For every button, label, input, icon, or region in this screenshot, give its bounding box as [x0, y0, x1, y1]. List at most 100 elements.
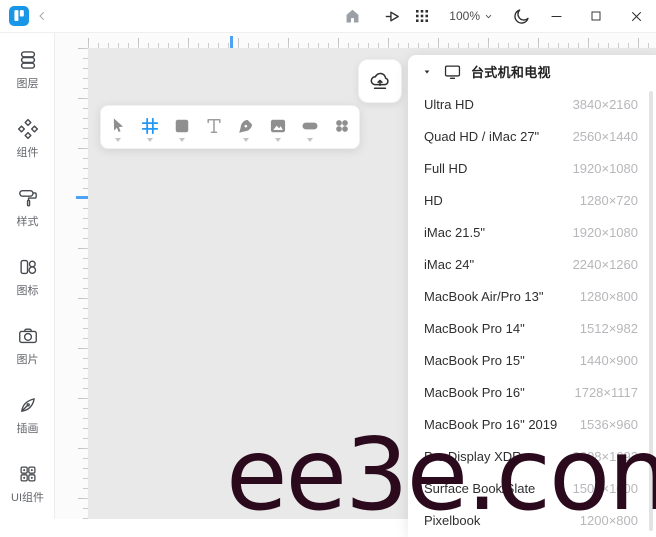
window-minimize-button[interactable] — [536, 0, 576, 32]
preset-size: 3008×1692 — [572, 448, 638, 464]
preset-row[interactable]: Surface Book/Slate 1500×1000 — [408, 472, 656, 504]
sidebar-item[interactable]: 组件 — [0, 114, 55, 183]
frame-presets-panel: 台式机和电视 Ultra HD 3840×2160 Quad HD / iMac… — [408, 55, 656, 537]
caret-down-icon[interactable] — [115, 138, 121, 142]
icons-icon — [17, 256, 39, 278]
preset-size: 3840×2160 — [572, 96, 638, 112]
tools-toolbar — [100, 105, 360, 149]
tool-button[interactable] — [198, 107, 230, 147]
preset-row[interactable]: Pixelbook 1200×800 — [408, 504, 656, 536]
preset-size: 1280×800 — [579, 288, 638, 304]
preset-name: iMac 24" — [424, 256, 475, 272]
preset-size: 1512×982 — [579, 320, 638, 336]
tool-button[interactable] — [134, 107, 166, 147]
preset-row[interactable]: Quad HD / iMac 27" 2560×1440 — [408, 120, 656, 152]
preset-name: MacBook Pro 15" — [424, 352, 525, 368]
components-icon — [17, 118, 39, 140]
monitor-icon — [443, 62, 462, 81]
preset-size: 1500×1000 — [572, 480, 638, 496]
preset-name: Ultra HD — [424, 96, 474, 112]
home-icon[interactable] — [337, 0, 367, 32]
preset-name: Full HD — [424, 160, 468, 176]
pen-tool-icon — [236, 116, 256, 136]
preset-name: Surface Book/Slate — [424, 480, 536, 496]
left-sidebar: 图层 组件 样式 图标 图片 插画 UI组件 — [0, 33, 55, 519]
menu-item[interactable] — [167, 0, 193, 32]
preset-row[interactable]: iMac 21.5" 1920×1080 — [408, 216, 656, 248]
sidebar-item[interactable]: 图片 — [0, 321, 55, 390]
sidebar-item[interactable]: 图标 — [0, 252, 55, 321]
tool-button[interactable] — [294, 107, 326, 147]
preset-size: 1920×1080 — [572, 224, 638, 240]
menu-item[interactable] — [63, 0, 89, 32]
text-tool-icon — [204, 116, 224, 136]
zoom-level-dropdown[interactable]: 100% — [443, 9, 500, 23]
preset-row[interactable]: iMac 24" 2240×1260 — [408, 248, 656, 280]
caret-down-icon[interactable] — [179, 138, 185, 142]
button-tool-icon — [300, 116, 320, 136]
tool-button[interactable] — [326, 107, 358, 147]
preset-size: 1280×720 — [579, 192, 638, 208]
move-tool-icon — [108, 116, 128, 136]
preset-size: 1536×960 — [579, 416, 638, 432]
preset-name: MacBook Air/Pro 13" — [424, 288, 544, 304]
sidebar-item[interactable]: UI组件 — [0, 459, 55, 528]
tool-button[interactable] — [230, 107, 262, 147]
sidebar-item[interactable]: 插画 — [0, 390, 55, 459]
app-logo[interactable] — [9, 6, 29, 26]
preset-row[interactable]: Full HD 1920×1080 — [408, 152, 656, 184]
preset-row[interactable]: HD 1280×720 — [408, 184, 656, 216]
window-maximize-button[interactable] — [576, 0, 616, 32]
layers-icon — [17, 49, 39, 71]
window-close-button[interactable] — [616, 0, 656, 32]
ruler-label — [61, 106, 75, 136]
zoom-level-value: 100% — [449, 9, 480, 23]
preset-size: 1200×800 — [579, 512, 638, 528]
preset-row[interactable]: MacBook Air/Pro 13" 1280×800 — [408, 280, 656, 312]
preset-row[interactable]: MacBook Pro 16" 1728×1117 — [408, 376, 656, 408]
preset-row[interactable]: Pro Display XDR 3008×1692 — [408, 440, 656, 472]
sidebar-item[interactable]: 样式 — [0, 183, 55, 252]
menu-item[interactable] — [115, 0, 141, 32]
collapse-caret-icon[interactable] — [422, 67, 432, 77]
sidebar-item-label: 图片 — [16, 354, 39, 366]
ui-kit-icon — [17, 463, 39, 485]
menu-item[interactable] — [89, 0, 115, 32]
frame-tool-icon — [140, 116, 160, 136]
preset-row[interactable]: MacBook Pro 15" 1440×900 — [408, 344, 656, 376]
tool-button[interactable] — [102, 107, 134, 147]
app-logo-glyph — [14, 10, 24, 21]
menu-item[interactable] — [141, 0, 167, 32]
preset-size: 1440×900 — [579, 352, 638, 368]
sidebar-item-label: 图标 — [16, 285, 39, 297]
presets-group-header[interactable]: 台式机和电视 — [408, 55, 656, 88]
sidebar-item-label: UI组件 — [11, 492, 44, 504]
caret-down-icon[interactable] — [307, 138, 313, 142]
preset-name: Pro Display XDR — [424, 448, 522, 464]
styles-icon — [17, 187, 39, 209]
panel-scrollbar[interactable] — [649, 91, 653, 531]
preset-size: 2240×1260 — [572, 256, 638, 272]
sidebar-item[interactable]: 图层 — [0, 45, 55, 114]
tool-button[interactable] — [166, 107, 198, 147]
prototype-play-icon[interactable] — [377, 0, 407, 32]
images-icon — [17, 325, 39, 347]
preset-row[interactable]: MacBook Pro 16" 2019 1536×960 — [408, 408, 656, 440]
caret-down-icon[interactable] — [147, 138, 153, 142]
apps-grid-icon[interactable] — [407, 0, 437, 32]
preset-name: Pixelbook — [424, 512, 481, 528]
ruler-cursor-marker-y — [76, 196, 88, 199]
preset-row[interactable]: MacBook Pro 14" 1512×982 — [408, 312, 656, 344]
collapse-toolbar-icon[interactable] — [29, 9, 55, 23]
ruler-label — [61, 206, 75, 236]
cloud-upload-button[interactable] — [358, 59, 402, 103]
preset-name: iMac 21.5" — [424, 224, 485, 240]
theme-moon-icon[interactable] — [506, 0, 536, 32]
menu-item[interactable] — [193, 0, 219, 32]
preset-list: Ultra HD 3840×2160 Quad HD / iMac 27" 25… — [408, 88, 656, 536]
tool-button[interactable] — [262, 107, 294, 147]
preset-row[interactable]: Ultra HD 3840×2160 — [408, 88, 656, 120]
caret-down-icon[interactable] — [243, 138, 249, 142]
caret-down-icon[interactable] — [275, 138, 281, 142]
sidebar-item-label: 样式 — [16, 216, 39, 228]
